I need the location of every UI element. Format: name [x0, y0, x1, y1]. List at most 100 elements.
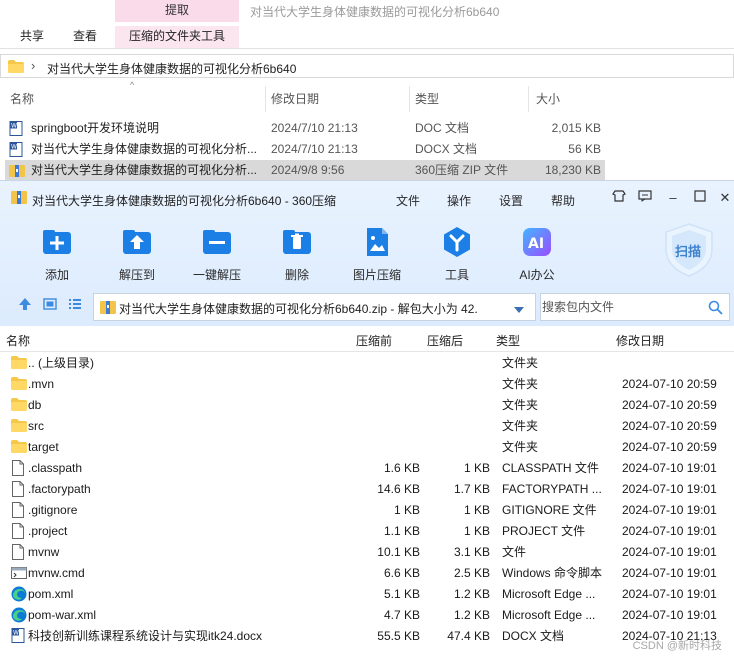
column-header-size[interactable]: 大小: [536, 88, 560, 112]
image-compress-icon: [360, 225, 394, 259]
svg-text:W: W: [11, 123, 17, 130]
zip-file-row[interactable]: pom-war.xml 4.7 KB 1.2 KB Microsoft Edge ..…: [0, 605, 734, 626]
file-date: 2024/7/10 21:13: [271, 142, 358, 156]
scan-button[interactable]: 扫描: [660, 221, 718, 279]
explorer-file-row[interactable]: W 对当代大学生身体健康数据的可视化分析... 2024/7/10 21:13 …: [5, 139, 605, 160]
zip-column-header-packed[interactable]: 压缩后: [427, 331, 463, 351]
entry-name: .classpath: [28, 461, 83, 475]
entry-size-after: 1.2 KB: [453, 608, 490, 622]
ai-office-icon: AI: [520, 225, 554, 259]
watermark: CSDN @新时科技: [632, 640, 722, 652]
tools-button[interactable]: 工具: [418, 225, 496, 283]
zip-header-divider: [0, 351, 734, 352]
file-type: DOC 文档: [415, 121, 470, 135]
image-compress-label: 图片压缩: [352, 268, 401, 282]
zip-folder-row[interactable]: .mvn 文件夹 2024-07-10 20:59: [0, 374, 734, 395]
dropdown-arrow-icon[interactable]: [513, 303, 525, 317]
zip-folder-row[interactable]: .. (上级目录) 文件夹: [0, 353, 734, 374]
delete-label: 删除: [284, 268, 309, 282]
maximize-icon[interactable]: [691, 189, 709, 207]
up-arrow-icon[interactable]: [18, 297, 32, 314]
delete-button[interactable]: 删除: [258, 225, 336, 283]
zip-file-row[interactable]: mvnw.cmd 6.6 KB 2.5 KB Windows 命令脚本 2024-07-…: [0, 563, 734, 584]
column-divider[interactable]: [265, 86, 266, 112]
zip-file-row[interactable]: .factorypath 14.6 KB 1.7 KB FACTORYPATH ...…: [0, 479, 734, 500]
one-click-extract-icon: [200, 225, 234, 259]
zip-column-header-type[interactable]: 类型: [496, 331, 520, 351]
extract-to-button[interactable]: 解压到: [98, 225, 176, 283]
skin-icon[interactable]: [610, 189, 628, 207]
zip-column-header-name[interactable]: 名称: [6, 331, 30, 351]
svg-text:AI: AI: [528, 236, 544, 252]
zip-folder-row[interactable]: target 文件夹 2024-07-10 20:59: [0, 437, 734, 458]
ai-office-button[interactable]: AI AI办公: [498, 225, 576, 283]
entry-type: 文件: [502, 545, 527, 559]
search-icon[interactable]: [708, 300, 723, 318]
entry-size-before: 10.1 KB: [377, 545, 420, 559]
column-divider[interactable]: [409, 86, 410, 112]
search-box[interactable]: [540, 293, 730, 321]
entry-date: 2024-07-10 19:01: [622, 608, 717, 622]
tab-view[interactable]: 查看: [73, 26, 97, 48]
entry-size-before: 5.1 KB: [383, 587, 420, 601]
minimize-icon[interactable]: –: [664, 189, 682, 207]
explorer-file-row[interactable]: W springboot开发环境说明 2024/7/10 21:13 DOC 文…: [5, 118, 605, 139]
tools-icon: [440, 225, 474, 259]
entry-size-before: 1.1 KB: [383, 524, 420, 538]
extract-context-tab[interactable]: 提取: [115, 0, 239, 22]
column-divider[interactable]: [528, 86, 529, 112]
menu-file[interactable]: 文件: [396, 192, 420, 209]
entry-date: 2024-07-10 20:59: [622, 419, 717, 433]
tab-compressed-folder-tools[interactable]: 压缩的文件夹工具: [115, 26, 239, 48]
archive-path-field[interactable]: 对当代大学生身体健康数据的可视化分析6b640.zip - 解包大小为 42.: [93, 293, 536, 321]
entry-name: target: [28, 440, 59, 454]
entry-name: src: [28, 419, 44, 433]
close-icon[interactable]: ✕: [716, 189, 734, 207]
image-compress-button[interactable]: 图片压缩: [338, 225, 416, 283]
file-date: 2024/9/8 9:56: [271, 163, 345, 177]
column-header-type[interactable]: 类型: [415, 88, 439, 112]
thumbnail-view-icon[interactable]: [43, 297, 57, 314]
entry-date: 2024-07-10 19:01: [622, 545, 717, 559]
menu-operate[interactable]: 操作: [447, 192, 471, 209]
column-header-name[interactable]: 名称: [10, 88, 34, 112]
zip-archive-icon: [100, 300, 116, 318]
file-name: springboot开发环境说明: [31, 121, 160, 135]
ai-office-label: AI办公: [519, 268, 555, 282]
list-view-icon[interactable]: [68, 297, 82, 314]
entry-type: PROJECT 文件: [502, 524, 586, 538]
ribbon-divider: [0, 48, 734, 49]
entry-size-after: 2.5 KB: [453, 566, 490, 580]
chevron-right-icon[interactable]: ›: [31, 58, 35, 73]
entry-type: 文件夹: [502, 440, 539, 454]
menu-settings[interactable]: 设置: [499, 192, 523, 209]
column-header-date[interactable]: 修改日期: [271, 88, 319, 112]
zip-folder-row[interactable]: src 文件夹 2024-07-10 20:59: [0, 416, 734, 437]
svg-text:W: W: [13, 630, 19, 637]
menu-help[interactable]: 帮助: [551, 192, 575, 209]
explorer-file-row-selected[interactable]: 对当代大学生身体健康数据的可视化分析... 2024/9/8 9:56 360压…: [5, 160, 605, 181]
zip-file-row[interactable]: pom.xml 5.1 KB 1.2 KB Microsoft Edge ... 202…: [0, 584, 734, 605]
zip-column-header-compressed[interactable]: 压缩前: [356, 331, 392, 351]
entry-date: 2024-07-10 20:59: [622, 440, 717, 454]
file-size: 18,230 KB: [544, 163, 601, 177]
search-input[interactable]: [541, 294, 701, 320]
zip-file-row[interactable]: .gitignore 1 KB 1 KB GITIGNORE 文件 2024-07-10…: [0, 500, 734, 521]
entry-date: 2024-07-10 19:01: [622, 566, 717, 580]
tab-share[interactable]: 共享: [20, 26, 44, 48]
archive-path-text: 对当代大学生身体健康数据的可视化分析6b640.zip - 解包大小为 42.: [119, 302, 478, 316]
zip-window: 对当代大学生身体健康数据的可视化分析6b640 - 360压缩 文件 操作 设置…: [0, 180, 734, 659]
zip-file-row[interactable]: .project 1.1 KB 1 KB PROJECT 文件 2024-07-10 1…: [0, 521, 734, 542]
file-type: DOCX 文档: [415, 142, 478, 156]
address-bar[interactable]: › 对当代大学生身体健康数据的可视化分析6b640: [0, 54, 734, 78]
feedback-icon[interactable]: [636, 189, 654, 207]
zip-file-row[interactable]: mvnw 10.1 KB 3.1 KB 文件 2024-07-10 19:01: [0, 542, 734, 563]
entry-size-after: 1.7 KB: [453, 482, 490, 496]
zip-folder-row[interactable]: db 文件夹 2024-07-10 20:59: [0, 395, 734, 416]
zip-column-header-date[interactable]: 修改日期: [616, 331, 664, 351]
entry-date: 2024-07-10 19:01: [622, 482, 717, 496]
one-click-extract-button[interactable]: 一键解压: [178, 225, 256, 283]
add-button[interactable]: 添加: [18, 225, 96, 283]
zip-file-row[interactable]: W 科技创新训练课程系统设计与实现itk24.docx 55.5 KB 47.4 KB…: [0, 626, 734, 647]
zip-file-row[interactable]: .classpath 1.6 KB 1 KB CLASSPATH 文件 2024-07-…: [0, 458, 734, 479]
